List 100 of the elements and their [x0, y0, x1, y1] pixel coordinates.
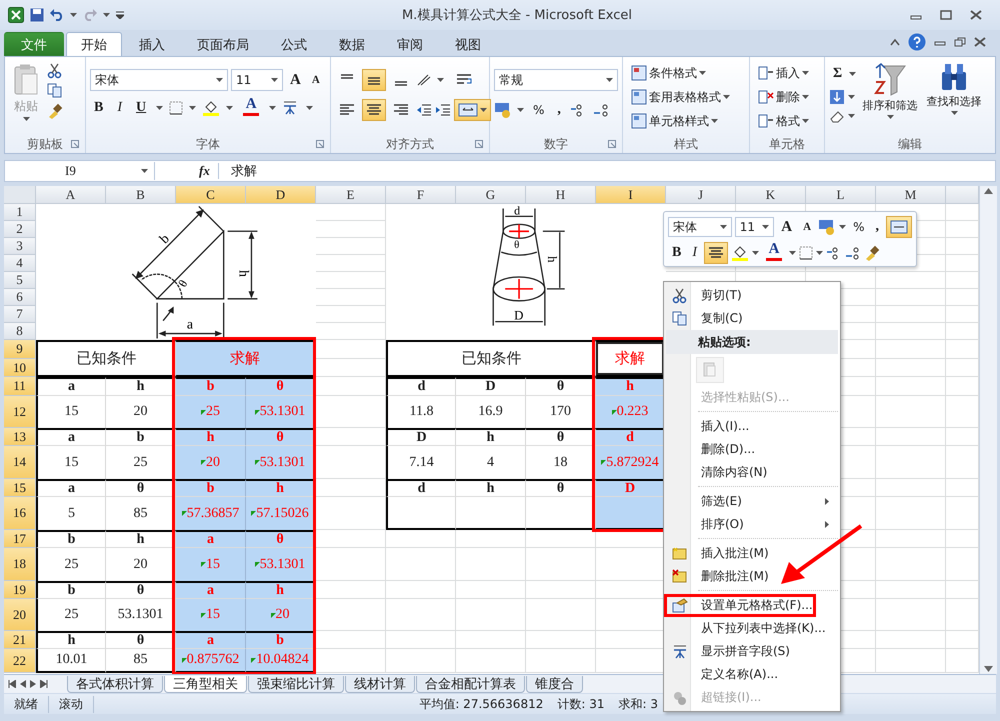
caret-icon[interactable]: [70, 12, 77, 18]
format-painter-icon[interactable]: [864, 245, 880, 261]
merge-center-button[interactable]: [886, 216, 912, 238]
fill-down-icon[interactable]: [829, 89, 845, 105]
empty-cell[interactable]: [876, 306, 946, 323]
font-name-field[interactable]: 宋体: [90, 69, 228, 91]
empty-cell[interactable]: [876, 428, 946, 446]
caret-icon[interactable]: [802, 70, 809, 76]
empty-cell[interactable]: [526, 548, 596, 581]
bold-button[interactable]: B: [668, 242, 686, 264]
eraser-icon[interactable]: [829, 109, 845, 123]
column-header[interactable]: I: [596, 186, 666, 204]
caret-icon[interactable]: [699, 70, 706, 76]
help-icon[interactable]: [908, 33, 926, 51]
row-header[interactable]: 10: [4, 359, 36, 377]
sheet-tab[interactable]: 合金相配计算表: [416, 676, 525, 692]
empty-cell[interactable]: [456, 581, 526, 599]
row-header[interactable]: 16: [4, 497, 36, 530]
empty-cell[interactable]: [456, 649, 526, 673]
format-painter-icon[interactable]: [47, 103, 63, 119]
font-color-button[interactable]: A: [762, 242, 786, 264]
ribbon-tab[interactable]: 插入: [124, 32, 180, 56]
caret-icon[interactable]: [22, 117, 30, 122]
caret-icon[interactable]: [189, 106, 196, 110]
caret-icon[interactable]: [950, 111, 958, 116]
conditional-format-icon[interactable]: [631, 65, 647, 81]
dialog-launcher-icon[interactable]: [475, 140, 483, 148]
empty-cell[interactable]: [876, 631, 946, 649]
empty-cell[interactable]: [876, 530, 946, 548]
caret-icon[interactable]: [802, 118, 809, 124]
menu-item[interactable]: 剪切(T): [666, 284, 838, 307]
comma-button[interactable]: ,: [553, 99, 565, 121]
caret-icon[interactable]: [849, 72, 856, 76]
phonetic-icon[interactable]: [672, 644, 688, 660]
caret-icon[interactable]: [271, 78, 278, 82]
caret-icon[interactable]: [306, 106, 314, 110]
menu-item[interactable]: 显示拼音字段(S): [666, 640, 838, 663]
row-header[interactable]: 7: [4, 306, 36, 323]
merge-cells-icon[interactable]: [458, 103, 478, 117]
column-header[interactable]: E: [316, 186, 386, 204]
caret-icon[interactable]: [802, 94, 809, 100]
note-icon[interactable]: [672, 546, 688, 562]
empty-cell[interactable]: [526, 631, 596, 649]
submenu-arrow-icon[interactable]: [825, 498, 829, 505]
close-icon[interactable]: [974, 37, 986, 47]
caret-icon[interactable]: [723, 94, 730, 100]
first-sheet-icon[interactable]: [8, 680, 16, 688]
format-cells-icon[interactable]: [672, 598, 688, 614]
scissors-icon[interactable]: [672, 288, 688, 304]
scroll-up-icon[interactable]: [984, 188, 993, 194]
menu-item[interactable]: 复制(C): [666, 307, 838, 330]
caret-icon[interactable]: [103, 12, 110, 18]
customize-toolbar-icon[interactable]: [116, 11, 124, 19]
sheet-tab[interactable]: 强束缩比计算: [248, 676, 344, 692]
caret-icon[interactable]: [848, 94, 855, 100]
scroll-down-icon[interactable]: [984, 666, 993, 672]
row-header[interactable]: 22: [4, 649, 36, 673]
menu-item[interactable]: 定义名称(A)...: [666, 663, 838, 686]
menu-item[interactable]: 排序(O): [666, 513, 838, 536]
caret-icon[interactable]: [480, 108, 487, 112]
sheet-tab[interactable]: 锥度合: [526, 676, 583, 692]
empty-cell[interactable]: [876, 377, 946, 396]
close-icon[interactable]: [970, 10, 982, 20]
menu-item[interactable]: 设置单元格格式(F)...: [664, 594, 816, 617]
shrink-font-button[interactable]: A: [308, 69, 324, 91]
column-header[interactable]: A: [36, 186, 106, 204]
next-sheet-icon[interactable]: [30, 680, 36, 688]
caret-icon[interactable]: [606, 78, 613, 82]
increase-indent-icon[interactable]: [435, 103, 451, 117]
font-color-button[interactable]: A: [239, 97, 264, 119]
style-menu-button[interactable]: 单元格样式: [627, 110, 734, 132]
empty-cell[interactable]: [456, 548, 526, 581]
bold-button[interactable]: B: [90, 97, 108, 119]
align-center-icon[interactable]: [708, 246, 724, 260]
table-format-icon[interactable]: [631, 89, 647, 105]
empty-cell[interactable]: [456, 631, 526, 649]
column-header[interactable]: L: [806, 186, 876, 204]
empty-cell[interactable]: [526, 599, 596, 631]
format-cells-icon[interactable]: [758, 113, 774, 129]
prev-sheet-icon[interactable]: [20, 680, 26, 688]
percent-button[interactable]: %: [849, 216, 868, 238]
empty-cell[interactable]: [876, 289, 946, 306]
sheet-tab[interactable]: 线材计算: [345, 676, 415, 692]
column-header[interactable]: J: [666, 186, 736, 204]
caret-icon[interactable]: [752, 250, 760, 256]
column-header[interactable]: H: [526, 186, 596, 204]
caret-icon[interactable]: [762, 224, 770, 230]
empty-cell[interactable]: [876, 323, 946, 340]
column-header[interactable]: M: [876, 186, 946, 204]
caret-icon[interactable]: [789, 250, 796, 256]
font-name-field[interactable]: 宋体: [668, 217, 732, 237]
caret-icon[interactable]: [816, 250, 824, 256]
cell-style-icon[interactable]: [631, 113, 647, 129]
dialog-launcher-icon[interactable]: [71, 140, 79, 148]
empty-cell[interactable]: [386, 649, 456, 673]
empty-cell[interactable]: [526, 581, 596, 599]
font-size-field[interactable]: 11: [231, 69, 283, 91]
sheet-tab[interactable]: 三角型相关: [164, 676, 247, 692]
column-header[interactable]: F: [386, 186, 456, 204]
currency-icon[interactable]: [494, 102, 512, 118]
